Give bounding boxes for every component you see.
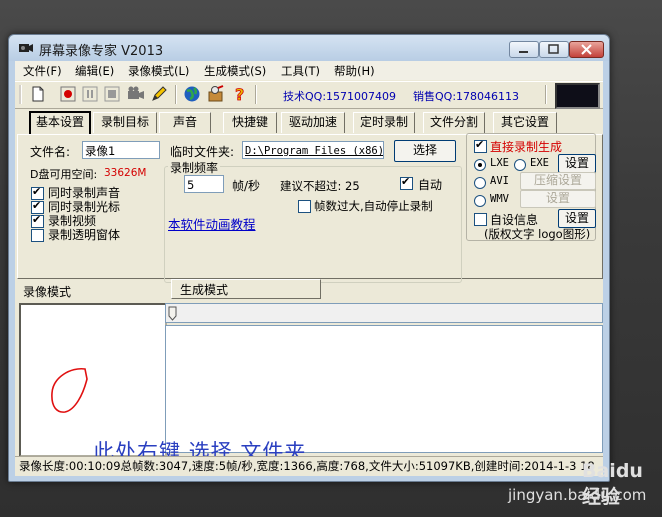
record-mode-header: 录像模式 [23, 285, 72, 299]
format-settings-button[interactable]: 设置 [558, 154, 596, 173]
help-icon[interactable]: ? [231, 85, 249, 103]
menu-record-mode[interactable]: 录像模式(L) [128, 63, 189, 79]
compress-settings-button[interactable]: 压缩设置 [520, 172, 596, 190]
generate-mode-tab[interactable]: 生成模式 [171, 279, 321, 299]
toolbar: ? 技术QQ:1571007409 销售QQ:178046113 [15, 81, 603, 109]
format-wmv-label: WMV [490, 193, 509, 205]
custom-info-checkbox[interactable] [474, 213, 487, 226]
choose-folder-button[interactable]: 选择 [394, 140, 456, 162]
fps-field[interactable]: 5 [184, 175, 224, 193]
preview-box [555, 83, 600, 109]
wmv-settings-button[interactable]: 设置 [520, 190, 596, 208]
copyright-label: (版权文字 logo图形) [484, 227, 591, 241]
pause-icon[interactable] [81, 85, 99, 103]
basic-settings-panel: 文件名: 录像1 临时文件夹: D:\Program Files (x86)\ … [17, 133, 603, 283]
camera-icon[interactable] [127, 85, 145, 103]
camera-app-icon [19, 44, 33, 52]
app-window: 屏幕录像专家 V2013 文件(F) 编辑(E) 录像模式(L) 生成模式(S)… [8, 34, 610, 482]
filename-field[interactable]: 录像1 [82, 141, 160, 159]
tab-driver-accel[interactable]: 驱动加速 [281, 112, 345, 133]
record-icon[interactable] [59, 85, 77, 103]
sales-qq-link[interactable]: 销售QQ:178046113 [413, 88, 519, 104]
minimize-button[interactable] [509, 41, 539, 58]
format-exe-radio[interactable] [514, 159, 526, 171]
format-wmv-radio[interactable] [474, 195, 486, 207]
window-title: 屏幕录像专家 V2013 [39, 44, 164, 59]
generate-mode-header: 生成模式 [180, 283, 229, 297]
record-mode-pane[interactable] [19, 303, 167, 457]
record-transparent-label: 录制透明窗体 [48, 228, 121, 242]
tab-scheduled-record[interactable]: 定时录制 [353, 112, 415, 133]
menu-generate-mode[interactable]: 生成模式(S) [204, 63, 266, 79]
maximize-icon [548, 44, 559, 54]
menu-help[interactable]: 帮助(H) [334, 63, 375, 79]
generate-mode-area [165, 303, 603, 453]
toolbar-separator [255, 85, 257, 104]
tab-basic-settings[interactable]: 基本设置 [29, 111, 91, 135]
baidu-watermark-url: jingyan.baidu.com [508, 486, 647, 504]
tech-qq-link[interactable]: 技术QQ:1571007409 [283, 88, 396, 104]
tempdir-field[interactable]: D:\Program Files (x86)\ [242, 141, 384, 159]
tab-file-split[interactable]: 文件分割 [423, 112, 485, 133]
tab-hotkeys[interactable]: 快捷键 [223, 112, 277, 133]
tutorial-link[interactable]: 本软件动画教程 [168, 214, 256, 233]
format-avi-radio[interactable] [474, 177, 486, 189]
stop-icon[interactable] [103, 85, 121, 103]
format-lxe-radio[interactable] [474, 159, 486, 171]
direct-generate-label: 直接录制生成 [490, 140, 563, 154]
tab-other-settings[interactable]: 其它设置 [493, 112, 557, 133]
status-text: 录像长度:00:10:09总帧数:3047,速度:5帧/秒,宽度:1366,高度… [19, 459, 595, 473]
auto-fps-checkbox[interactable] [400, 175, 413, 190]
title-bar[interactable]: 屏幕录像专家 V2013 [9, 35, 609, 61]
client-area: 文件(F) 编辑(E) 录像模式(L) 生成模式(S) 工具(T) 帮助(H) … [15, 61, 603, 476]
status-bar: 录像长度:00:10:09总帧数:3047,速度:5帧/秒,宽度:1366,高度… [15, 456, 603, 476]
slider-thumb-icon[interactable] [168, 306, 178, 322]
menu-edit[interactable]: 编辑(E) [75, 63, 114, 79]
format-lxe-label: LXE [490, 157, 509, 169]
tab-sound[interactable]: 声音 [159, 112, 211, 133]
menu-file[interactable]: 文件(F) [23, 63, 62, 79]
menu-tools[interactable]: 工具(T) [281, 63, 320, 79]
close-button[interactable] [569, 41, 604, 58]
auto-fps-label: 自动 [418, 178, 443, 192]
toolbar-grip [19, 85, 22, 104]
auto-stop-label: 帧数过大,自动停止录制 [314, 199, 433, 213]
svg-text:?: ? [235, 85, 244, 103]
tab-record-target[interactable]: 录制目标 [93, 112, 157, 133]
close-icon [581, 44, 592, 55]
format-exe-label: EXE [530, 157, 549, 169]
direct-generate-checkbox[interactable] [474, 138, 487, 153]
fps-suggestion-label: 建议不超过: 25 [280, 179, 360, 193]
pencil-icon[interactable] [150, 85, 168, 103]
menu-bar: 文件(F) 编辑(E) 录像模式(L) 生成模式(S) 工具(T) 帮助(H) [15, 61, 603, 80]
disk-space-value: 33626M [104, 167, 147, 179]
auto-stop-checkbox[interactable] [298, 200, 311, 213]
record-transparent-checkbox[interactable] [31, 229, 44, 242]
tools-icon[interactable] [207, 85, 225, 103]
generate-mode-slider[interactable] [165, 303, 603, 323]
red-circle-annotation [51, 368, 88, 413]
format-avi-label: AVI [490, 175, 509, 187]
disk-space-label: D盘可用空间: [30, 168, 98, 181]
toolbar-separator [175, 85, 177, 104]
tempdir-label: 临时文件夹: [170, 145, 235, 159]
minimize-icon [519, 51, 528, 53]
generate-mode-pane[interactable] [165, 325, 603, 453]
maximize-button[interactable] [539, 41, 569, 58]
record-rate-group-label: 录制频率 [168, 159, 221, 176]
fps-unit-label: 帧/秒 [232, 179, 261, 193]
new-file-icon[interactable] [29, 85, 47, 103]
filename-label: 文件名: [30, 145, 71, 159]
toolbar-separator [545, 85, 547, 104]
globe-icon[interactable] [183, 85, 201, 103]
record-video-checkbox[interactable] [31, 213, 44, 228]
